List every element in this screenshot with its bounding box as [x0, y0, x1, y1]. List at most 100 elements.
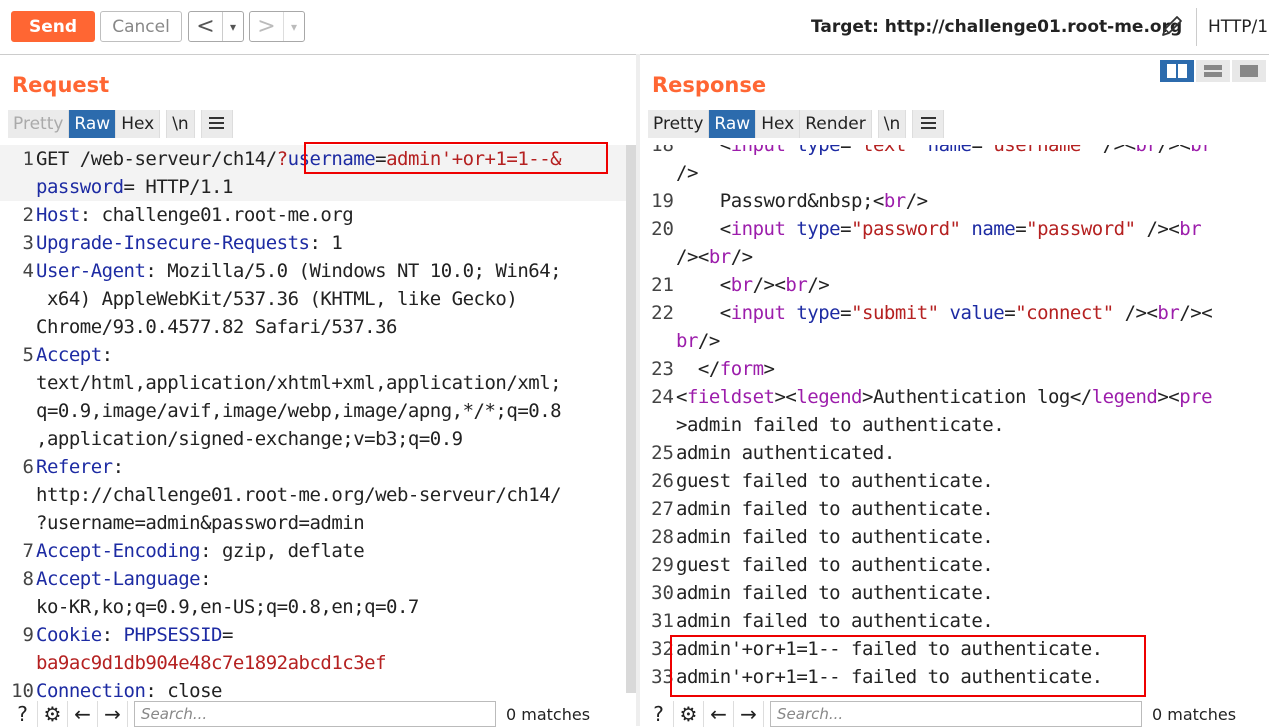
request-scrollbar[interactable] — [626, 145, 636, 693]
response-menu-button[interactable] — [912, 110, 945, 138]
code-line: 24 <fieldset><legend>Authentication log</… — [640, 383, 1269, 411]
tab-pretty[interactable]: Pretty — [8, 110, 70, 138]
code-token: </ — [676, 358, 720, 380]
code-token: admin'+or+1=1--& — [386, 148, 562, 170]
code-token: />< — [752, 274, 786, 296]
code-token: "text" — [851, 145, 917, 156]
code-token: Connection — [36, 680, 146, 701]
help-icon[interactable]: ? — [644, 701, 674, 727]
help-icon[interactable]: ? — [8, 701, 38, 727]
response-editor[interactable]: 18 <input type="text" name="username" />… — [640, 145, 1269, 701]
tab-pretty[interactable]: Pretty — [648, 110, 710, 138]
code-token: />< — [1091, 145, 1136, 156]
next-match-icon[interactable]: → — [98, 701, 128, 727]
code-text: guest failed to authenticate. — [676, 551, 994, 579]
code-line: ba9ac9d1db904e48c7e1892abcd1c3ef — [0, 649, 626, 677]
tab-newline-toggle[interactable]: \n — [877, 110, 907, 138]
edit-target-icon[interactable] — [1158, 12, 1186, 40]
code-line: 29 guest failed to authenticate. — [640, 551, 1269, 579]
code-token: = — [1004, 302, 1016, 324]
code-token: br — [785, 274, 808, 296]
code-line: >admin failed to authenticate. — [640, 411, 1269, 439]
prev-match-icon[interactable]: ← — [704, 701, 734, 727]
code-token: /> — [905, 190, 928, 212]
code-text: ,application/signed-exchange;v=b3;q=0.9 — [36, 425, 463, 453]
code-token: ko-KR,ko;q=0.9,en-US;q=0.8,en;q=0.7 — [36, 596, 419, 618]
layout-tabs-button[interactable] — [1232, 60, 1266, 82]
code-text: admin'+or+1=1-- failed to authenticate. — [676, 663, 1103, 691]
code-token: = — [375, 148, 387, 170]
code-token: : 1 — [309, 232, 343, 254]
request-search-input[interactable]: Search... — [134, 701, 496, 727]
code-token: br — [883, 190, 906, 212]
code-token: Cookie — [36, 624, 102, 646]
gear-icon[interactable]: ⚙ — [38, 701, 68, 727]
code-line: 18 <input type="text" name="username" />… — [640, 145, 1269, 159]
code-token: < — [676, 302, 731, 324]
history-back-group: < ▾ — [188, 11, 244, 42]
history-forward-dropdown[interactable]: ▾ — [284, 12, 304, 41]
code-line: text/html,application/xhtml+xml,applicat… — [0, 369, 626, 397]
code-token: GET /web-serveur/ch14/ — [36, 148, 277, 170]
code-text: <fieldset><legend>Authentication log</le… — [676, 383, 1213, 411]
code-token: input — [730, 145, 786, 156]
tab-render[interactable]: Render — [800, 110, 872, 138]
code-token: q=0.9,image/avif,image/webp,image/apng,*… — [36, 400, 562, 422]
code-token: >< — [774, 386, 797, 408]
menu-icon — [920, 121, 936, 124]
http-version-label[interactable]: HTTP/1 — [1208, 17, 1268, 37]
code-text: Accept: — [36, 341, 113, 369]
code-line: 4 User-Agent: Mozilla/5.0 (Windows NT 10.… — [0, 257, 626, 285]
code-token: ,application/signed-exchange;v=b3;q=0.9 — [36, 428, 463, 450]
request-editor[interactable]: 1 GET /web-serveur/ch14/?username=admin'+… — [0, 145, 626, 701]
code-line: /><br/> — [640, 243, 1269, 271]
tab-newline-toggle[interactable]: \n — [166, 110, 195, 138]
code-token: input — [730, 218, 786, 240]
code-token: admin failed to authenticate. — [676, 610, 994, 632]
code-token: pre — [1179, 386, 1213, 408]
code-text: <br/><br/> — [676, 271, 830, 299]
response-search-input[interactable]: Search... — [770, 701, 1142, 727]
line-number: 7 — [22, 540, 34, 562]
code-token: br — [1190, 145, 1213, 156]
code-line: password= HTTP/1.1 — [0, 173, 626, 201]
code-token: : challenge01.root-me.org — [79, 204, 354, 226]
history-forward-button[interactable]: > — [250, 12, 284, 41]
code-token: "connect" — [1015, 302, 1114, 324]
request-menu-button[interactable] — [200, 110, 233, 138]
tab-hex[interactable]: Hex — [116, 110, 161, 138]
gear-icon[interactable]: ⚙ — [674, 701, 704, 727]
line-number: 28 — [651, 526, 674, 548]
code-token: br — [1135, 145, 1158, 156]
code-token: />< — [676, 246, 709, 268]
code-line: 32 admin'+or+1=1-- failed to authenticate… — [640, 635, 1269, 663]
code-line: 33 admin'+or+1=1-- failed to authenticate… — [640, 663, 1269, 691]
code-text: Connection: close — [36, 677, 222, 701]
code-token: : Mozilla/5.0 (Windows NT 10.0; Win64; — [145, 260, 562, 282]
tab-hex[interactable]: Hex — [756, 110, 801, 138]
code-token: /> — [676, 162, 698, 184]
line-number: 30 — [651, 582, 674, 604]
code-line: 21 <br/><br/> — [640, 271, 1269, 299]
code-text: password= HTTP/1.1 — [36, 173, 233, 201]
prev-match-icon[interactable]: ← — [68, 701, 98, 727]
next-match-icon[interactable]: → — [734, 701, 764, 727]
code-text: admin'+or+1=1-- failed to authenticate. — [676, 635, 1103, 663]
layout-side-by-side-button[interactable] — [1160, 60, 1194, 82]
tab-raw[interactable]: Raw — [709, 110, 757, 138]
code-line: 7 Accept-Encoding: gzip, deflate — [0, 537, 626, 565]
tab-raw[interactable]: Raw — [69, 110, 117, 138]
layout-stacked-button[interactable] — [1196, 60, 1230, 82]
history-back-button[interactable]: < — [189, 12, 223, 41]
code-token: Upgrade-Insecure-Requests — [36, 232, 310, 254]
request-scroll-thumb[interactable] — [626, 145, 636, 693]
code-text: Accept-Encoding: gzip, deflate — [36, 537, 365, 565]
response-search-bar: ? ⚙ ← → Search... 0 matches — [644, 701, 1236, 727]
code-line: q=0.9,image/avif,image/webp,image/apng,*… — [0, 397, 626, 425]
line-number: 24 — [651, 386, 674, 408]
send-button[interactable]: Send — [11, 11, 95, 42]
cancel-button[interactable]: Cancel — [100, 11, 182, 42]
code-token: fieldset — [686, 386, 775, 408]
history-back-dropdown[interactable]: ▾ — [223, 12, 243, 41]
